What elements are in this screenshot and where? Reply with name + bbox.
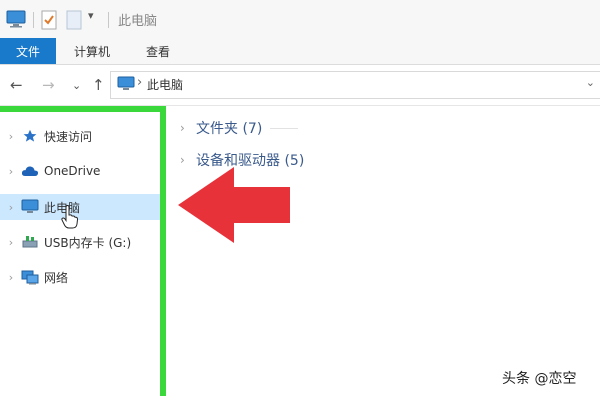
computer-icon — [6, 10, 26, 32]
arrow-up-icon[interactable]: ↑ — [92, 76, 105, 94]
expand-chevron-icon[interactable]: › — [2, 236, 20, 249]
separator — [33, 12, 34, 28]
computer-icon — [117, 76, 135, 96]
sidebar-item-quick-access[interactable]: › 快速访问 — [0, 123, 165, 149]
watermark: 头条 @恋空 — [502, 371, 577, 387]
chevron-down-icon[interactable]: ⌄ — [72, 79, 81, 92]
tab-file[interactable]: 文件 — [0, 38, 56, 64]
sidebar-item-this-pc[interactable]: › 此电脑 — [0, 194, 165, 220]
expand-chevron-icon[interactable]: › — [2, 271, 20, 284]
address-field[interactable]: › 此电脑 ⌄ — [110, 71, 600, 99]
sidebar-item-onedrive[interactable]: › OneDrive — [0, 158, 165, 184]
navigation-pane: › 快速访问 › OneDrive › 此电脑 › USB内存卡 (G:) › … — [0, 106, 165, 400]
hand-cursor-icon — [60, 204, 80, 233]
expand-chevron-icon[interactable]: › — [2, 201, 20, 214]
tab-computer[interactable]: 计算机 — [74, 38, 110, 64]
breadcrumb-chevron-icon[interactable]: › — [137, 75, 142, 90]
arrow-left-icon[interactable]: ← — [10, 76, 23, 94]
sidebar-item-label: OneDrive — [44, 164, 101, 178]
cloud-icon — [20, 165, 40, 177]
breadcrumb-location[interactable]: 此电脑 — [147, 76, 183, 93]
computer-icon — [20, 199, 40, 215]
content-pane: › 文件夹 (7) › 设备和驱动器 (5) — [172, 106, 600, 400]
sidebar-item-label: 网络 — [44, 270, 69, 285]
tab-view[interactable]: 查看 — [146, 38, 170, 64]
ribbon-tabs: 文件 计算机 查看 — [0, 38, 600, 65]
group-header-folders[interactable]: › 文件夹 (7) — [180, 118, 299, 138]
red-arrow-annotation — [176, 165, 296, 249]
expand-chevron-icon[interactable]: › — [180, 121, 196, 135]
usb-drive-icon — [20, 235, 40, 249]
expand-chevron-icon[interactable]: › — [2, 130, 20, 143]
arrow-right-icon[interactable]: → — [42, 76, 55, 94]
properties-icon[interactable] — [40, 10, 58, 34]
sidebar-item-label: USB内存卡 (G:) — [44, 235, 132, 250]
sidebar-item-usb-drive[interactable]: › USB内存卡 (G:) — [0, 229, 165, 255]
sidebar-item-label: 快速访问 — [44, 129, 93, 144]
group-divider — [270, 127, 299, 129]
group-header-label: 文件夹 (7) — [196, 121, 263, 137]
new-folder-icon[interactable] — [66, 10, 82, 34]
sidebar-item-network[interactable]: › 网络 — [0, 264, 165, 290]
window-title: 此电脑 — [118, 14, 158, 29]
expand-chevron-icon[interactable]: › — [2, 165, 20, 178]
address-bar: ← → ⌄ ↑ › 此电脑 ⌄ — [0, 65, 600, 106]
separator — [108, 12, 109, 28]
network-icon — [20, 269, 40, 285]
customize-toolbar-dropdown-icon[interactable]: ▾ — [88, 9, 94, 22]
address-history-dropdown-icon[interactable]: ⌄ — [586, 76, 595, 89]
title-bar: ▾ 此电脑 — [0, 0, 600, 38]
star-icon — [20, 129, 40, 143]
